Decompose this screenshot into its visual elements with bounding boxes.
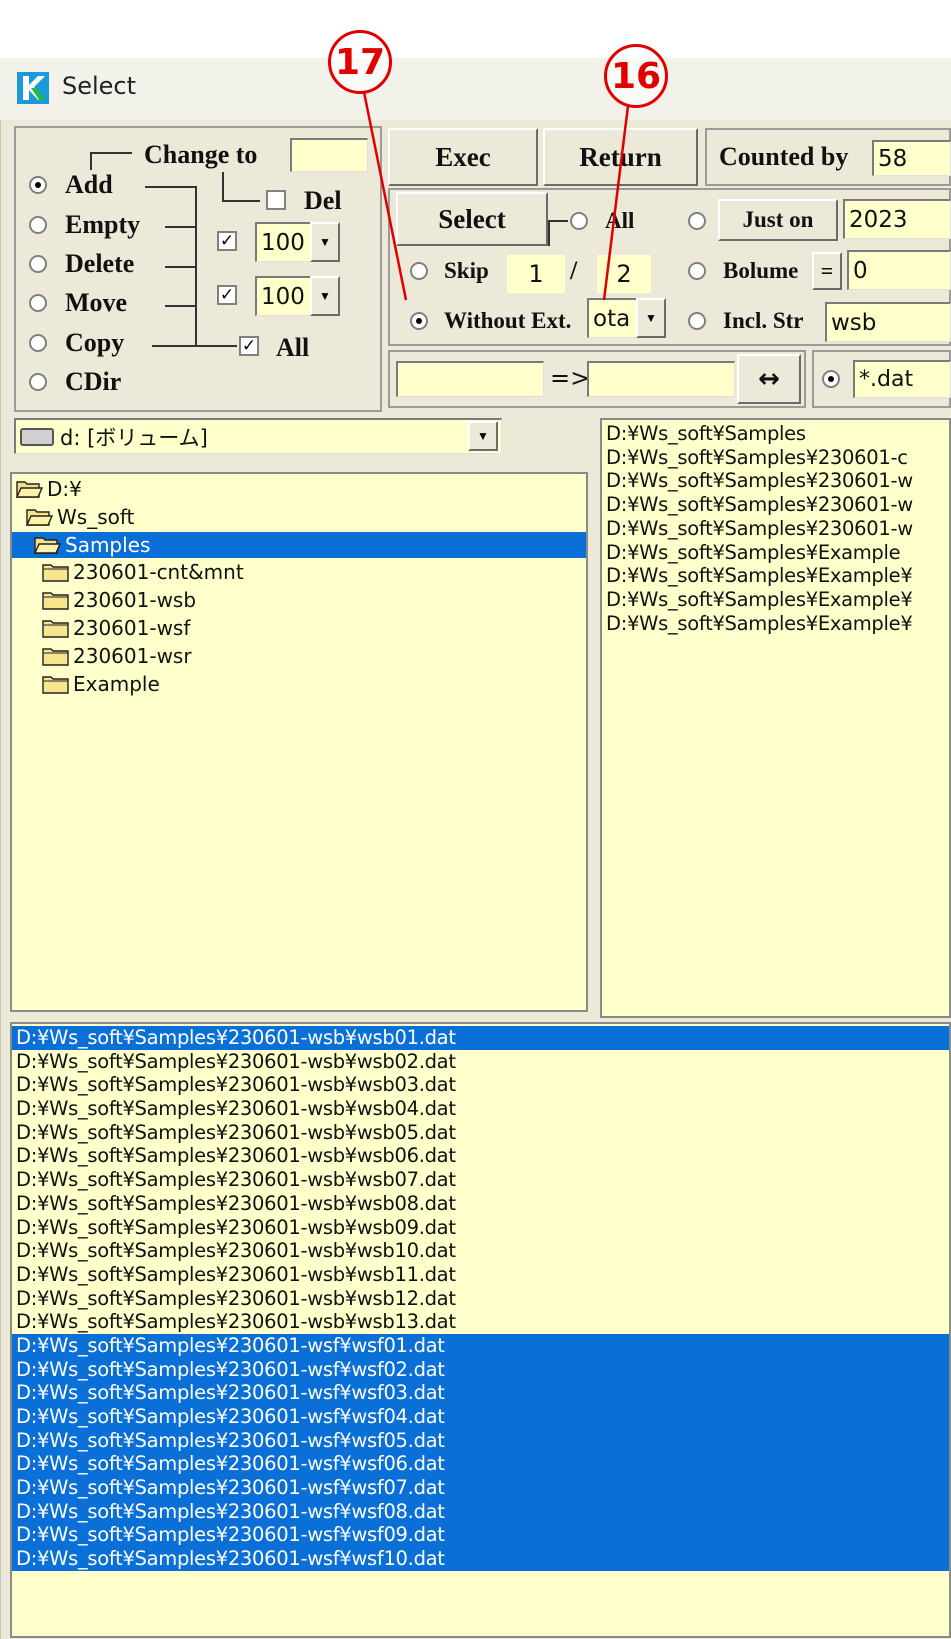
annotation-16: 16 bbox=[604, 44, 668, 108]
annotation-lines bbox=[362, 91, 630, 301]
annotation-17: 17 bbox=[328, 30, 392, 94]
